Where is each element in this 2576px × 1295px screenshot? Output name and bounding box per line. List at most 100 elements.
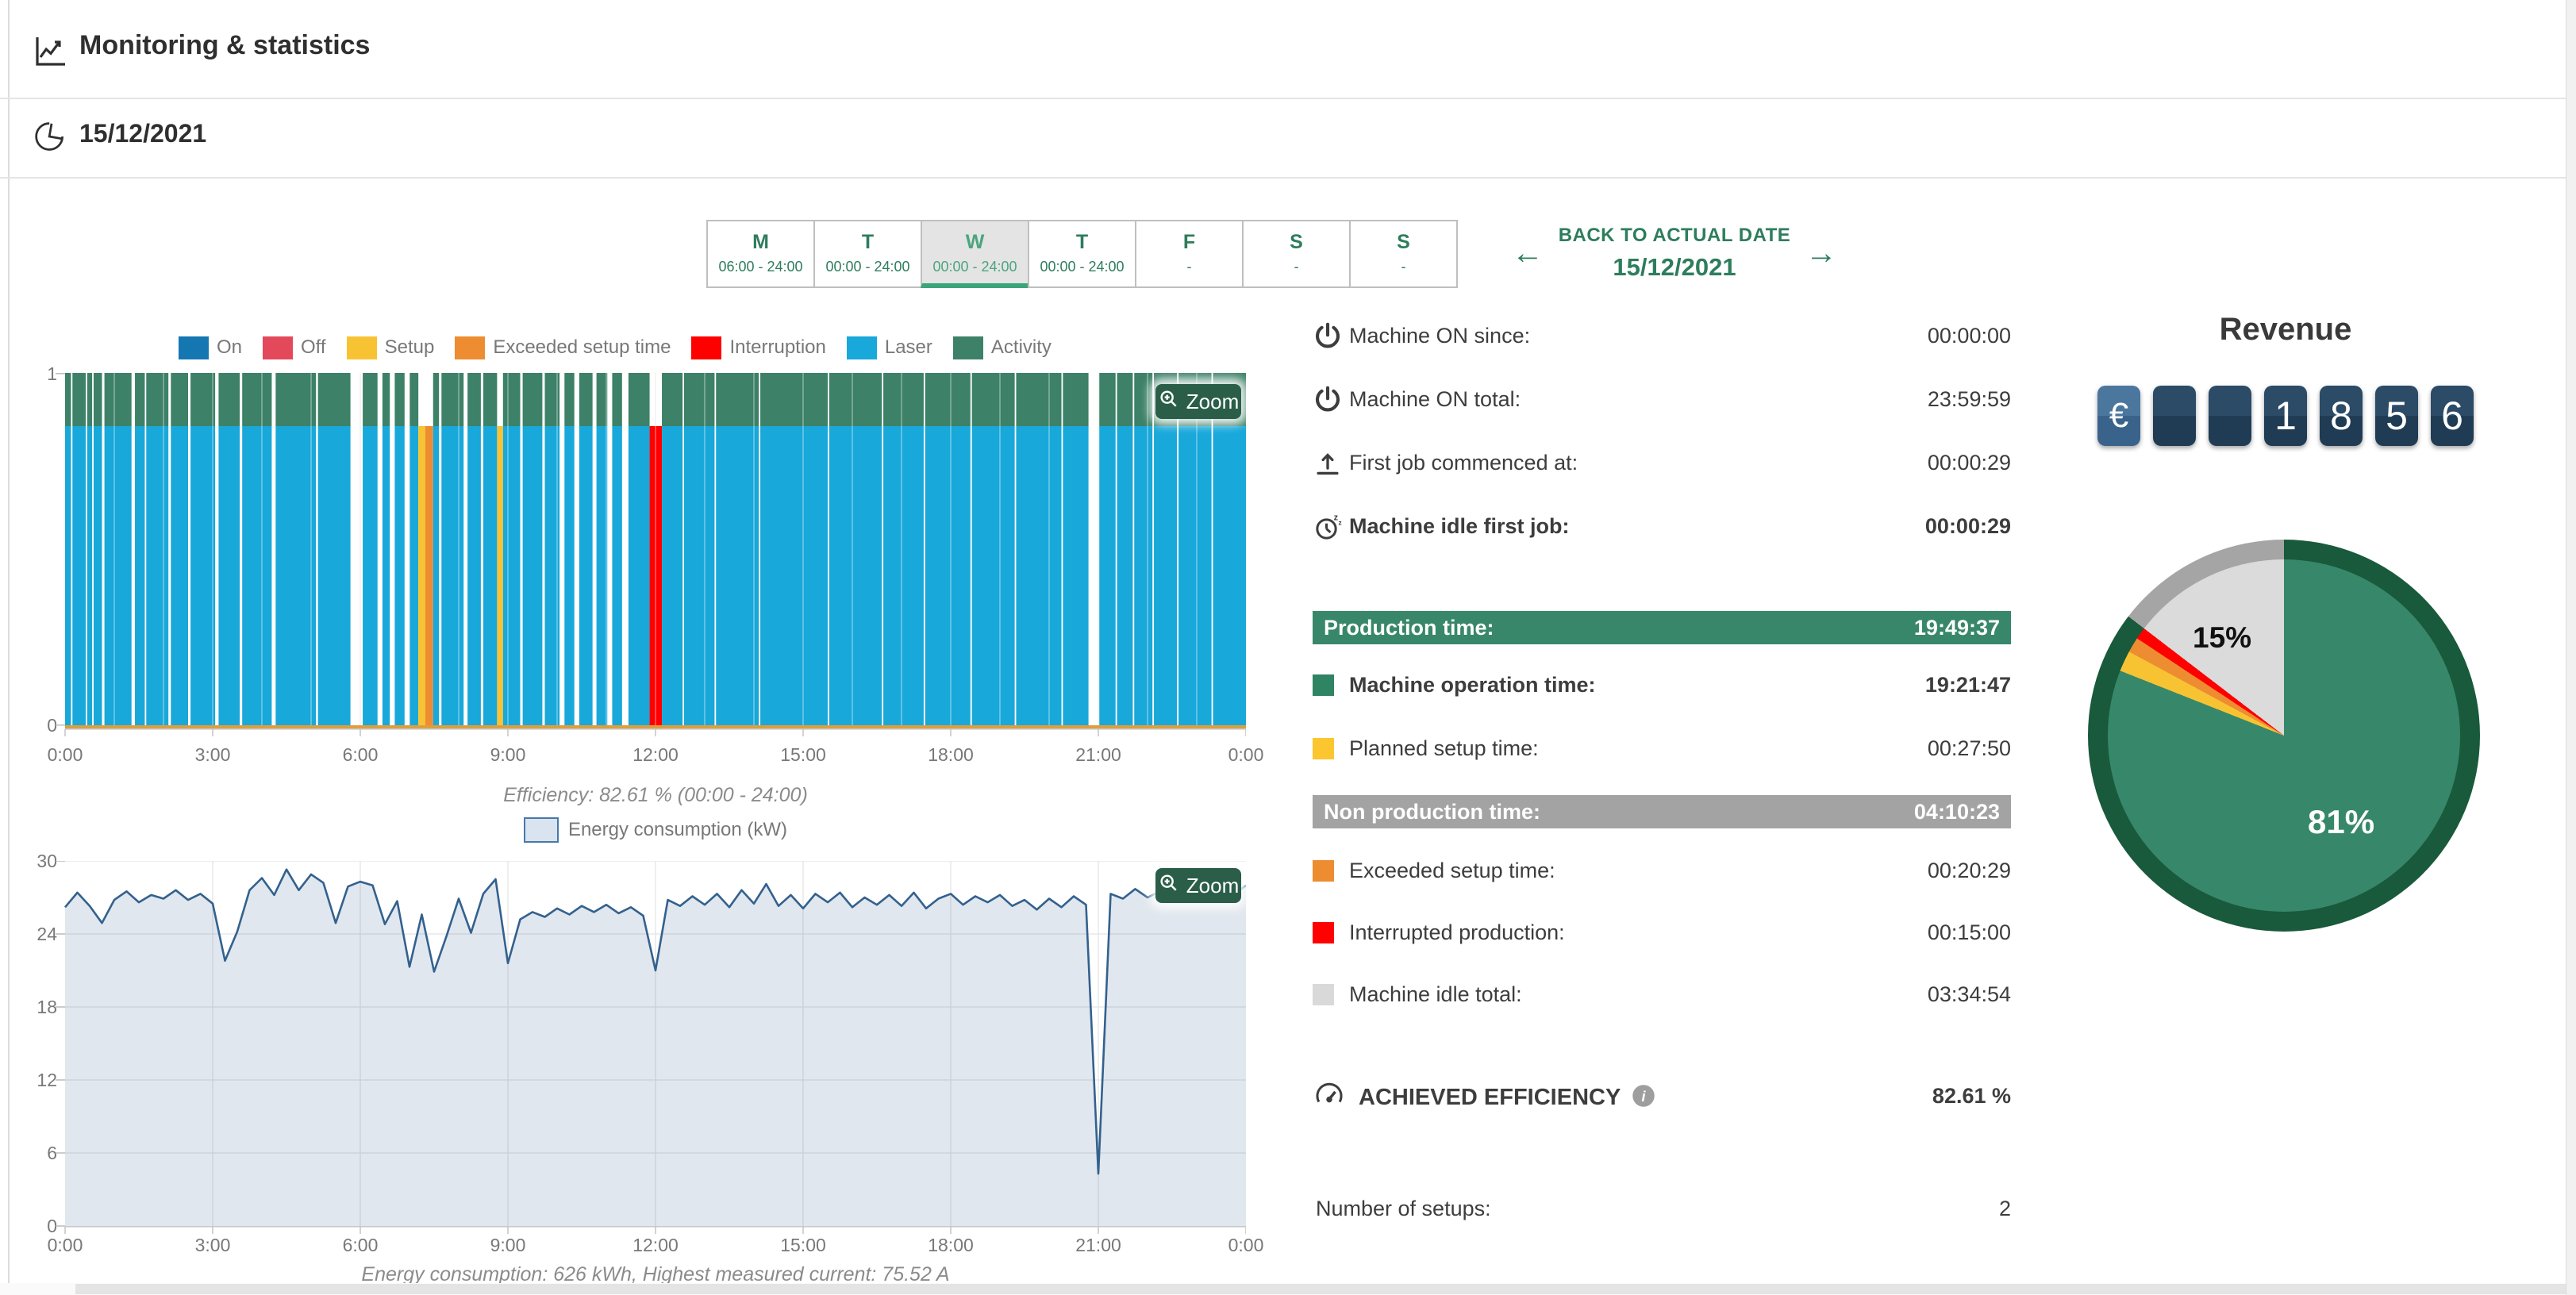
date-navigation: ← BACK TO ACTUAL DATE 15/12/2021 → <box>1512 225 1837 288</box>
production-time-bar: Production time:19:49:37 <box>1313 611 2011 644</box>
timeline-chart-plot <box>54 373 1246 744</box>
stat-label: Machine idle total: <box>1349 982 1522 1007</box>
horizontal-scrollbar-thumb[interactable] <box>75 1284 2566 1294</box>
stat-label: Planned setup time: <box>1349 736 1539 761</box>
setups-value: 2 <box>1999 1197 2011 1221</box>
stat-value: 19:21:47 <box>1925 673 2011 697</box>
power-icon <box>1313 384 1343 418</box>
pie-label-idle: 15% <box>2193 621 2251 655</box>
power-icon <box>1313 321 1343 355</box>
energy-y-tick: 24 <box>21 924 57 945</box>
week-tab-t-3[interactable]: T00:00 - 24:00 <box>1028 220 1136 288</box>
stat-row-0: Machine ON since:00:00:00 <box>1313 324 2011 352</box>
energy-y-tick: 0 <box>21 1216 57 1237</box>
stat-label: Machine ON total: <box>1349 387 1521 412</box>
legend-item-setup: Setup <box>347 336 435 359</box>
next-day-arrow[interactable]: → <box>1805 236 1837 271</box>
current-date: 15/12/2021 <box>79 119 206 148</box>
legend-label: Activity <box>991 336 1052 359</box>
vertical-scrollbar[interactable] <box>2566 0 2576 1295</box>
legend-label: Exceeded setup time <box>493 336 671 359</box>
machine-stats-panel: Machine ON since:00:00:00 Machine ON tota… <box>1313 317 2011 1238</box>
first-job-icon <box>1313 448 1343 482</box>
legend-item-activity: Activity <box>953 336 1052 359</box>
achieved-efficiency-value: 82.61 % <box>1932 1084 2011 1109</box>
magnifier-plus-icon <box>1158 388 1180 416</box>
stat-label: Machine idle first job: <box>1349 514 1570 539</box>
legend-swatch <box>179 336 209 359</box>
gauge-icon <box>1313 1078 1346 1115</box>
back-to-actual-date[interactable]: BACK TO ACTUAL DATE 15/12/2021 <box>1555 225 1794 282</box>
header-divider <box>0 98 2566 99</box>
energy-x-tick: 0:00 <box>1210 1235 1282 1256</box>
page-title: Monitoring & statistics <box>79 30 370 61</box>
horizontal-scrollbar[interactable] <box>0 1283 2576 1295</box>
monitoring-dashboard: Monitoring & statistics 15/12/2021 M06:0… <box>0 0 2576 1295</box>
stat-value: 00:15:00 <box>1928 920 2011 945</box>
energy-x-axis: 0:003:006:009:0012:0015:0018:0021:000:00 <box>65 1235 1246 1255</box>
legend-swatch <box>847 336 877 359</box>
legend-item-exceeded-setup-time: Exceeded setup time <box>455 336 671 359</box>
line-chart-icon <box>32 32 70 74</box>
week-tab-t-1[interactable]: T00:00 - 24:00 <box>813 220 922 288</box>
timeline-x-tick: 3:00 <box>177 744 248 766</box>
energy-y-tick: 18 <box>21 997 57 1018</box>
week-day-selector: M06:00 - 24:00T00:00 - 24:00W00:00 - 24:… <box>706 220 1458 288</box>
energy-x-tick: 21:00 <box>1063 1235 1134 1256</box>
revenue-digit-tile-5: 6 <box>2431 386 2474 446</box>
week-tab-range: 00:00 - 24:00 <box>922 259 1028 275</box>
week-tab-day: T <box>815 231 921 254</box>
stat-value: 00:27:50 <box>1928 736 2011 761</box>
magnifier-plus-icon <box>1158 872 1180 900</box>
legend-label: On <box>217 336 242 359</box>
stat-row-3: zzMachine idle first job:00:00:29 <box>1313 514 2011 543</box>
legend-swatch <box>691 336 721 359</box>
stat-value: 23:59:59 <box>1928 387 2011 412</box>
achieved-efficiency-row: ACHIEVED EFFICIENCYi 82.61 % <box>1313 1084 2011 1112</box>
efficiency-caption: Efficiency: 82.61 % (00:00 - 24:00) <box>65 784 1246 807</box>
previous-day-arrow[interactable]: ← <box>1512 236 1544 271</box>
status-color-swatch <box>1313 738 1334 759</box>
legend-swatch <box>347 336 377 359</box>
week-tab-m-0[interactable]: M06:00 - 24:00 <box>706 220 815 288</box>
idle-clock-icon: zz <box>1313 511 1344 547</box>
legend-label: Interruption <box>729 336 825 359</box>
pie-label-operation: 81% <box>2308 803 2374 841</box>
back-to-actual-date-label: BACK TO ACTUAL DATE <box>1555 225 1794 247</box>
legend-label: Setup <box>385 336 435 359</box>
stat-label: Interrupted production: <box>1349 920 1565 945</box>
legend-label: Off <box>301 336 326 359</box>
svg-text:z: z <box>1339 519 1342 527</box>
planned-setup-row: Planned setup time: 00:27:50 <box>1313 736 2011 765</box>
week-tab-range: - <box>1136 259 1242 275</box>
setups-label: Number of setups: <box>1316 1197 1491 1221</box>
timeline-x-tick: 0:00 <box>1210 744 1282 766</box>
week-tab-s-6[interactable]: S- <box>1349 220 1458 288</box>
energy-x-tick: 12:00 <box>620 1235 691 1256</box>
stat-bar-label: Non production time: <box>1324 800 1540 824</box>
svg-text:i: i <box>1642 1088 1647 1105</box>
timeline-x-tick: 12:00 <box>620 744 691 766</box>
achieved-efficiency-label: ACHIEVED EFFICIENCYi <box>1359 1084 1655 1114</box>
legend-item-on: On <box>179 336 242 359</box>
legend-item-interruption: Interruption <box>691 336 825 359</box>
week-tab-w-2[interactable]: W 00:00 - 24:00 <box>921 220 1029 288</box>
info-icon[interactable]: i <box>1632 1084 1655 1114</box>
stat-value: 00:20:29 <box>1928 859 2011 883</box>
number-of-setups-row: Number of setups: 2 <box>1313 1197 2011 1225</box>
revenue-digit-tile-4: 5 <box>2375 386 2418 446</box>
week-tab-day: T <box>1029 231 1135 254</box>
stat-value: 00:00:00 <box>1928 324 2011 348</box>
efficiency-pie-chart <box>2108 559 2460 912</box>
stat-bar-value: 04:10:23 <box>1914 795 2000 828</box>
machine-idle-row: Machine idle total:03:34:54 <box>1313 982 2011 1011</box>
exceeded-setup-row: Exceeded setup time:00:20:29 <box>1313 859 2011 887</box>
energy-zoom-button[interactable]: Zoom <box>1155 868 1241 903</box>
week-tab-f-4[interactable]: F- <box>1135 220 1244 288</box>
timeline-zoom-button[interactable]: Zoom <box>1155 384 1241 419</box>
energy-y-tick: 6 <box>21 1143 57 1164</box>
revenue-digit-tile-0 <box>2153 386 2196 446</box>
stat-label: First job commenced at: <box>1349 451 1578 475</box>
week-tab-s-5[interactable]: S- <box>1242 220 1351 288</box>
week-tab-day: W <box>922 231 1028 254</box>
